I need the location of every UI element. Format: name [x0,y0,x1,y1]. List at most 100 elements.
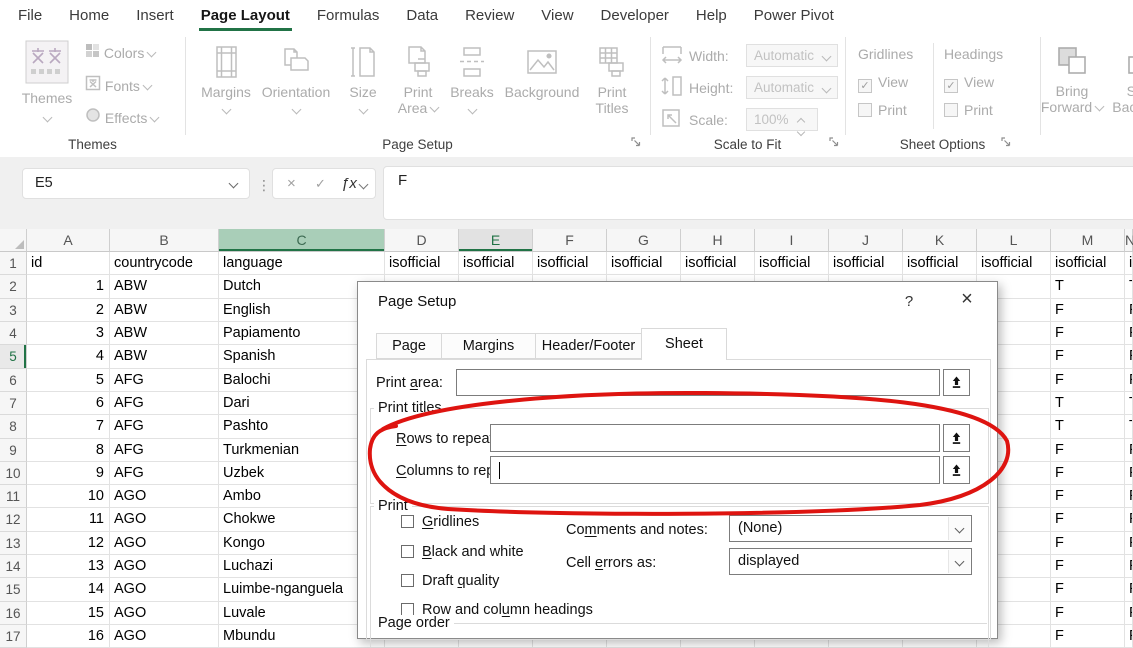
print-area-field[interactable] [456,369,940,396]
cell-F1[interactable]: isofficial [533,252,607,275]
row-header-6[interactable]: 6 [0,369,27,392]
cancel-icon[interactable]: × [287,169,296,198]
ribbon-tab-home[interactable]: Home [67,0,111,31]
cell-N3[interactable]: F [1125,299,1133,322]
cell-B16[interactable]: AGO [110,602,219,625]
column-header-E[interactable]: E [459,229,533,252]
row-header-9[interactable]: 9 [0,439,27,462]
row-header-10[interactable]: 10 [0,462,27,485]
print-area-collapse-button[interactable] [943,369,970,396]
cell-N4[interactable]: F [1125,322,1133,345]
sheet-options-dialog-launcher[interactable] [1000,135,1012,151]
cell-E1[interactable]: isofficial [459,252,533,275]
rows-to-repeat-field[interactable] [490,424,940,452]
cell-J1[interactable]: isofficial [829,252,903,275]
row-header-8[interactable]: 8 [0,415,27,438]
cell-B12[interactable]: AGO [110,508,219,531]
column-header-K[interactable]: K [903,229,977,252]
column-header-F[interactable]: F [533,229,607,252]
cell-errors-as-dropdown[interactable]: displayed [729,548,972,575]
cell-B9[interactable]: AFG [110,439,219,462]
cell-B1[interactable]: countrycode [110,252,219,275]
column-header-H[interactable]: H [681,229,755,252]
gridlines-checkbox-label[interactable]: Gridlines [422,514,479,531]
row-header-1[interactable]: 1 [0,252,27,275]
cell-M15[interactable]: F [1051,578,1125,601]
column-header-A[interactable]: A [27,229,110,252]
name-box[interactable]: E5 [22,168,250,199]
cell-M6[interactable]: F [1051,369,1125,392]
cell-N15[interactable]: F [1125,578,1133,601]
cell-A17[interactable]: 16 [27,625,110,648]
cell-A15[interactable]: 14 [27,578,110,601]
column-header-N[interactable]: N [1125,229,1133,252]
tab-page[interactable]: Page [376,333,442,359]
row-header-3[interactable]: 3 [0,299,27,322]
cell-N1[interactable]: isofficial [1125,252,1133,275]
cell-B15[interactable]: AGO [110,578,219,601]
cell-A14[interactable]: 13 [27,555,110,578]
select-all-corner[interactable] [0,229,27,252]
row-header-13[interactable]: 13 [0,532,27,555]
ribbon-tab-file[interactable]: File [16,0,44,31]
cell-L1[interactable]: isofficial [977,252,1051,275]
cell-M4[interactable]: F [1051,322,1125,345]
cell-M5[interactable]: F [1051,345,1125,368]
insert-function-icon[interactable]: ƒx [341,169,357,198]
cell-B6[interactable]: AFG [110,369,219,392]
cell-B13[interactable]: AGO [110,532,219,555]
cell-M10[interactable]: F [1051,462,1125,485]
cell-C1[interactable]: language [219,252,385,275]
cell-A1[interactable]: id [27,252,110,275]
row-header-4[interactable]: 4 [0,322,27,345]
black-and-white-checkbox-label[interactable]: Black and white [422,544,524,561]
cell-N13[interactable]: F [1125,532,1133,555]
comments-and-notes-dropdown[interactable]: (None) [729,515,972,542]
tab-header-footer[interactable]: Header/Footer [535,333,642,359]
cell-N12[interactable]: F [1125,508,1133,531]
draft-quality-checkbox-label[interactable]: Draft quality [422,573,499,590]
cell-B2[interactable]: ABW [110,275,219,298]
row-header-17[interactable]: 17 [0,625,27,648]
cell-G1[interactable]: isofficial [607,252,681,275]
cell-A2[interactable]: 1 [27,275,110,298]
cell-B8[interactable]: AFG [110,415,219,438]
cell-M8[interactable]: T [1051,415,1125,438]
ribbon-tab-formulas[interactable]: Formulas [315,0,382,31]
cell-A12[interactable]: 11 [27,508,110,531]
cell-A8[interactable]: 7 [27,415,110,438]
cell-N5[interactable]: F [1125,345,1133,368]
formula-input[interactable]: F [383,166,1133,220]
rows-to-repeat-collapse-button[interactable] [943,424,970,452]
cell-A7[interactable]: 6 [27,392,110,415]
enter-icon[interactable]: ✓ [315,169,326,198]
cell-A16[interactable]: 15 [27,602,110,625]
column-header-C[interactable]: C [219,229,385,252]
gridlines-checkbox[interactable] [401,515,414,528]
page-setup-dialog-launcher[interactable] [630,135,642,151]
ribbon-tab-power-pivot[interactable]: Power Pivot [752,0,836,31]
ribbon-tab-insert[interactable]: Insert [134,0,176,31]
column-header-M[interactable]: M [1051,229,1125,252]
help-button[interactable]: ? [898,293,920,310]
cell-B4[interactable]: ABW [110,322,219,345]
ribbon-tab-review[interactable]: Review [463,0,516,31]
cell-N2[interactable]: T [1125,275,1133,298]
cell-M1[interactable]: isofficial [1051,252,1125,275]
cell-N16[interactable]: F [1125,602,1133,625]
cell-A5[interactable]: 4 [27,345,110,368]
cell-A3[interactable]: 2 [27,299,110,322]
cell-N10[interactable]: F [1125,462,1133,485]
black-and-white-checkbox[interactable] [401,545,414,558]
row-header-7[interactable]: 7 [0,392,27,415]
ribbon-tab-help[interactable]: Help [694,0,729,31]
cell-B5[interactable]: ABW [110,345,219,368]
cell-M16[interactable]: F [1051,602,1125,625]
cell-M3[interactable]: F [1051,299,1125,322]
draft-quality-checkbox[interactable] [401,574,414,587]
cell-N7[interactable]: T [1125,392,1133,415]
row-header-12[interactable]: 12 [0,508,27,531]
cell-B7[interactable]: AFG [110,392,219,415]
cell-N11[interactable]: F [1125,485,1133,508]
column-header-D[interactable]: D [385,229,459,252]
